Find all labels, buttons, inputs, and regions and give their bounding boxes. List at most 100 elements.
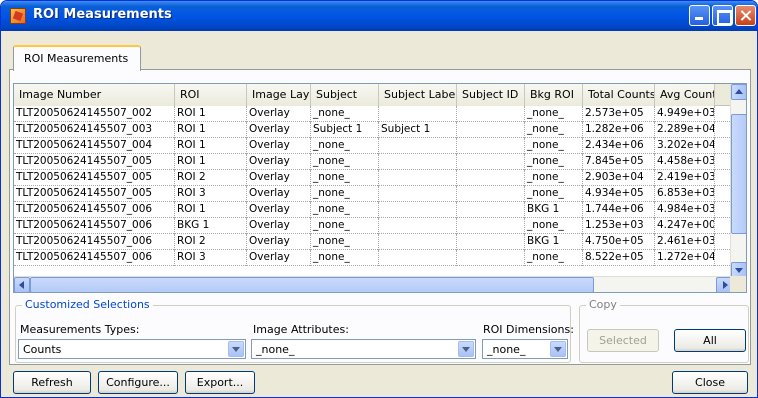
table-cell: TLT20050624145507_005 bbox=[14, 186, 175, 202]
maximize-icon[interactable] bbox=[712, 5, 733, 26]
measurements-table: Image NumberROIImage LayerSubjectSubject… bbox=[13, 83, 747, 293]
table-cell: _none_ bbox=[525, 122, 583, 138]
table-cell: BKG 1 bbox=[175, 218, 247, 234]
column-header[interactable]: Bkg ROI bbox=[525, 84, 583, 106]
chevron-down-icon[interactable] bbox=[458, 341, 474, 357]
table-cell: _none_ bbox=[525, 250, 583, 266]
table-cell: TLT20050624145507_005 bbox=[14, 170, 175, 186]
table-cell: Overlay bbox=[247, 170, 311, 186]
table-row[interactable]: TLT20050624145507_005 ROI 3 Overlay _none_ _… bbox=[14, 186, 732, 202]
table-cell: TLT20050624145507_002 bbox=[14, 106, 175, 122]
image-attributes-value: _none_ bbox=[256, 343, 295, 356]
table-row[interactable]: TLT20050624145507_006 BKG 1 Overlay _none_ _… bbox=[14, 218, 732, 234]
table-cell: _none_ bbox=[525, 154, 583, 170]
copy-title: Copy bbox=[586, 298, 620, 311]
table-cell: 8.522e+05 bbox=[583, 250, 655, 266]
configure-button[interactable]: Configure... bbox=[98, 371, 178, 394]
table-cell: ROI 1 bbox=[175, 202, 247, 218]
table-cell: 1.282e+06 bbox=[583, 122, 655, 138]
chevron-down-icon[interactable] bbox=[550, 341, 566, 357]
table-cell: 2.573e+05 bbox=[583, 106, 655, 122]
table-cell: 2.419e+03 bbox=[655, 170, 715, 186]
table-cell bbox=[457, 138, 525, 154]
table-cell bbox=[457, 170, 525, 186]
scroll-up-icon[interactable] bbox=[731, 84, 746, 100]
table-row[interactable]: TLT20050624145507_006 ROI 2 Overlay _none_ B… bbox=[14, 234, 732, 250]
table-cell: 4.949e+03 bbox=[655, 106, 715, 122]
table-cell: Overlay bbox=[247, 250, 311, 266]
column-header[interactable]: ROI bbox=[175, 84, 247, 106]
table-cell bbox=[457, 234, 525, 250]
table-cell: Overlay bbox=[247, 138, 311, 154]
table-row[interactable]: TLT20050624145507_002 ROI 1 Overlay _none_ _… bbox=[14, 106, 732, 122]
table-cell bbox=[457, 122, 525, 138]
table-body: TLT20050624145507_002 ROI 1 Overlay _none_ _… bbox=[14, 106, 732, 266]
table-cell bbox=[457, 250, 525, 266]
table-row[interactable]: TLT20050624145507_005 ROI 1 Overlay _none_ _… bbox=[14, 154, 732, 170]
vertical-scrollbar[interactable] bbox=[730, 84, 746, 278]
table-cell: _none_ bbox=[525, 106, 583, 122]
close-button[interactable]: Close bbox=[672, 371, 748, 394]
refresh-button[interactable]: Refresh bbox=[13, 371, 91, 394]
image-attributes-select[interactable]: _none_ bbox=[251, 339, 476, 359]
tab-roi-measurements[interactable]: ROI Measurements bbox=[13, 45, 141, 71]
tab-strip: ROI Measurements bbox=[9, 43, 749, 71]
image-attributes-label: Image Attributes: bbox=[253, 323, 349, 336]
column-header[interactable]: Subject Label bbox=[379, 84, 457, 106]
table-row[interactable]: TLT20050624145507_004 ROI 1 Overlay _none_ _… bbox=[14, 138, 732, 154]
roi-dimensions-value: _none_ bbox=[487, 343, 526, 356]
close-icon[interactable] bbox=[735, 5, 756, 26]
table-cell: Overlay bbox=[247, 186, 311, 202]
table-row[interactable]: TLT20050624145507_006 ROI 1 Overlay _none_ B… bbox=[14, 202, 732, 218]
table-row[interactable]: TLT20050624145507_006 ROI 3 Overlay _none_ _… bbox=[14, 250, 732, 266]
table-cell bbox=[379, 138, 457, 154]
scroll-left-icon[interactable] bbox=[14, 277, 30, 292]
table-cell: Subject 1 bbox=[311, 122, 379, 138]
table-cell: ROI 1 bbox=[175, 154, 247, 170]
table-cell: 4.984e+03 bbox=[655, 202, 715, 218]
roi-dimensions-select[interactable]: _none_ bbox=[482, 339, 568, 359]
table-cell: 6.853e+03 bbox=[655, 186, 715, 202]
table-cell: _none_ bbox=[311, 138, 379, 154]
export-button[interactable]: Export... bbox=[185, 371, 255, 394]
table-cell: _none_ bbox=[311, 218, 379, 234]
table-row[interactable]: TLT20050624145507_005 ROI 2 Overlay _none_ _… bbox=[14, 170, 732, 186]
vertical-scroll-thumb[interactable] bbox=[731, 114, 746, 234]
table-cell bbox=[457, 202, 525, 218]
title-bar[interactable]: ROI Measurements bbox=[1, 1, 757, 31]
table-cell: Overlay bbox=[247, 234, 311, 250]
table-cell bbox=[379, 234, 457, 250]
copy-selected-button[interactable]: Selected bbox=[587, 329, 659, 352]
table-cell: 1.744e+06 bbox=[583, 202, 655, 218]
table-cell bbox=[379, 106, 457, 122]
column-header[interactable]: Image Layer bbox=[247, 84, 311, 106]
table-cell: TLT20050624145507_005 bbox=[14, 154, 175, 170]
table-cell: TLT20050624145507_003 bbox=[14, 122, 175, 138]
table-cell: _none_ bbox=[311, 170, 379, 186]
copy-all-button[interactable]: All bbox=[674, 329, 746, 352]
column-header[interactable]: Image Number bbox=[14, 84, 175, 106]
table-cell: Subject 1 bbox=[379, 122, 457, 138]
column-header[interactable]: Total Counts bbox=[583, 84, 655, 106]
column-header[interactable]: Avg Counts bbox=[655, 84, 715, 106]
roi-app-icon bbox=[10, 8, 26, 24]
table-cell: ROI 3 bbox=[175, 186, 247, 202]
minimize-icon[interactable] bbox=[689, 5, 710, 26]
column-header[interactable]: Subject ID bbox=[457, 84, 525, 106]
customized-selections-title: Customized Selections bbox=[22, 298, 153, 311]
measurements-types-select[interactable]: Counts bbox=[18, 339, 246, 359]
column-header[interactable]: Subject bbox=[311, 84, 379, 106]
table-cell bbox=[379, 186, 457, 202]
table-cell: TLT20050624145507_006 bbox=[14, 234, 175, 250]
table-cell: 1.253e+03 bbox=[583, 218, 655, 234]
table-cell: 4.750e+05 bbox=[583, 234, 655, 250]
horizontal-scroll-thumb[interactable] bbox=[30, 277, 594, 292]
horizontal-scrollbar[interactable] bbox=[14, 276, 732, 292]
roi-measurements-window: ROI Measurements ROI Measurements Image … bbox=[0, 0, 758, 398]
table-cell: _none_ bbox=[525, 138, 583, 154]
table-cell: 4.247e+00 bbox=[655, 218, 715, 234]
chevron-down-icon[interactable] bbox=[228, 341, 244, 357]
table-row[interactable]: TLT20050624145507_003 ROI 1 Overlay Subject… bbox=[14, 122, 732, 138]
table-cell: Overlay bbox=[247, 218, 311, 234]
table-cell: _none_ bbox=[311, 186, 379, 202]
